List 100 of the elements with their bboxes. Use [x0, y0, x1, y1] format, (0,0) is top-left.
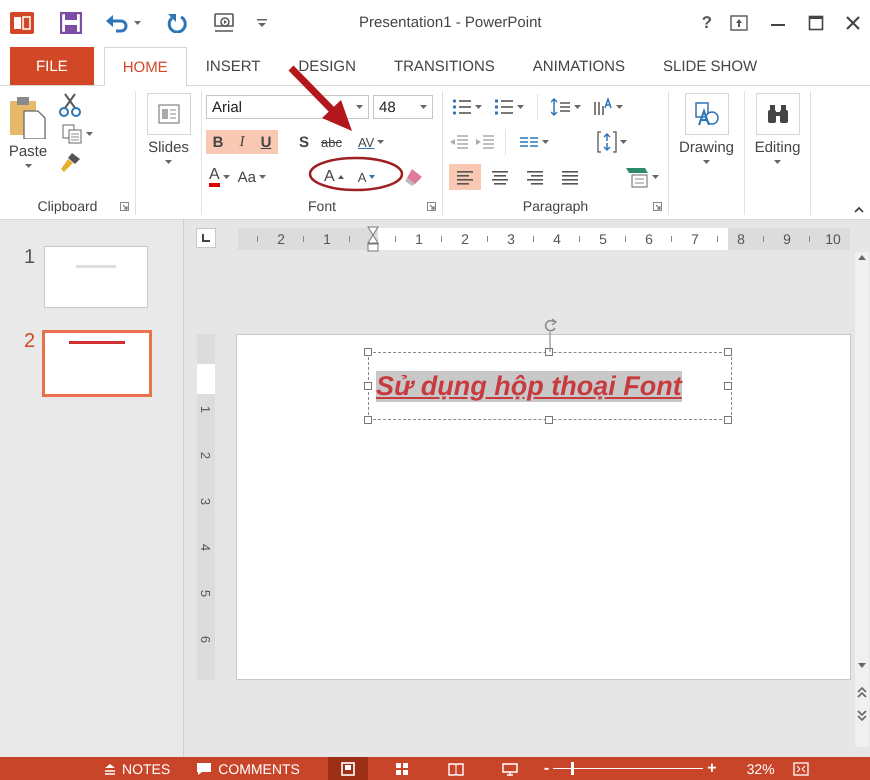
group-label: Font [308, 198, 336, 214]
grow-font-button[interactable]: A [321, 166, 347, 188]
ruler-number: 9 [764, 228, 810, 250]
slide-thumbnail[interactable] [42, 330, 152, 397]
line-spacing-icon [551, 98, 571, 116]
zoom-level[interactable]: 32% [746, 760, 775, 776]
resize-handle[interactable] [364, 348, 372, 356]
zoom-out-button[interactable]: - [544, 760, 550, 778]
tab-stop-icon [202, 234, 210, 242]
rotate-handle-icon[interactable] [542, 318, 558, 352]
ribbon-tab[interactable]: HOME [104, 47, 187, 86]
ribbon-tab[interactable]: TRANSITIONS [374, 47, 514, 85]
caret-icon [134, 20, 141, 24]
align-justify-icon [560, 169, 580, 185]
copy-icon [61, 123, 83, 145]
maximize-icon[interactable] [808, 14, 824, 30]
numbered-list-icon [494, 98, 514, 116]
previous-slide-icon[interactable] [856, 685, 868, 699]
resize-handle[interactable] [724, 348, 732, 356]
caret-icon [517, 105, 524, 109]
align-button[interactable] [449, 164, 481, 190]
spacing-button[interactable]: AV [354, 132, 388, 152]
ruler-number: 2 [258, 228, 304, 250]
file-tab[interactable]: FILE [10, 47, 94, 85]
resize-handle[interactable] [364, 382, 372, 390]
comments-button[interactable]: COMMENTS [192, 757, 304, 780]
up-triangle-icon [338, 175, 344, 179]
font-size-field[interactable]: 48 [373, 95, 433, 119]
zoom-thumb[interactable] [571, 762, 574, 775]
down-triangle-icon [369, 175, 376, 179]
redo-icon[interactable] [167, 12, 187, 32]
underline-button[interactable]: U [254, 130, 278, 154]
tab-selector[interactable] [196, 228, 216, 248]
group-label: Paragraph [522, 198, 588, 214]
book-view-icon [448, 762, 464, 776]
undo-icon[interactable] [106, 12, 128, 32]
layout-icon [158, 104, 180, 124]
ribbon-tab[interactable]: SLIDE SHOW [644, 47, 776, 85]
ribbon-display-icon[interactable] [730, 14, 748, 30]
slideshow-icon[interactable] [213, 12, 235, 34]
ruler-number: 2 [442, 228, 488, 250]
italic-button[interactable]: I [230, 130, 254, 154]
ribbon-tab[interactable]: DESIGN [279, 47, 375, 85]
ruler-number: 7 [672, 228, 718, 250]
font-color-button[interactable]: A [206, 165, 233, 189]
shadow-button[interactable]: S [292, 130, 316, 154]
dialog-launcher-icon[interactable] [120, 202, 129, 211]
ribbon-tab[interactable]: INSERT [186, 47, 280, 85]
resize-handle[interactable] [364, 416, 372, 424]
font-name-field[interactable]: Arial [206, 95, 369, 119]
caret-icon [652, 175, 659, 179]
caret-icon [24, 164, 32, 168]
dialog-launcher-icon[interactable] [653, 202, 662, 211]
eraser-icon[interactable] [404, 168, 424, 186]
slide-thumbnail[interactable] [44, 246, 148, 308]
ruler-number: 10 [810, 228, 856, 250]
align-text-icon [597, 131, 617, 153]
binoculars-icon [766, 104, 790, 124]
resize-handle[interactable] [724, 382, 732, 390]
scissors-icon[interactable] [58, 93, 82, 117]
slide-number: 1 [23, 246, 36, 269]
resize-handle[interactable] [545, 416, 553, 424]
group-label: Clipboard [38, 198, 98, 214]
resize-handle[interactable] [545, 348, 553, 356]
text-direction-icon [593, 98, 613, 116]
close-icon[interactable] [846, 16, 860, 30]
bold-button[interactable]: B [206, 130, 230, 154]
resize-handle[interactable] [724, 416, 732, 424]
change-case-button[interactable]: Aa [234, 166, 270, 188]
customize-icon[interactable] [257, 16, 267, 28]
ruler-number: 4 [198, 543, 214, 551]
logo-icon [10, 12, 34, 34]
align-center-icon [490, 169, 510, 185]
collapse-ribbon-icon[interactable] [854, 206, 864, 213]
format-painter-icon[interactable] [58, 151, 82, 173]
view-button[interactable] [328, 757, 368, 780]
fit-slide-icon[interactable] [792, 762, 809, 776]
help-button[interactable]: ? [702, 12, 712, 32]
editing-button[interactable]: Editing [750, 91, 804, 197]
vertical-scrollbar[interactable] [855, 252, 869, 747]
slide-number: 2 [23, 330, 36, 353]
indent-marker-icon[interactable] [367, 226, 379, 252]
paste-button[interactable]: Paste [4, 91, 52, 197]
strikethrough-button[interactable]: abc [318, 132, 345, 152]
save-icon[interactable] [60, 12, 82, 34]
zoom-in-button[interactable]: + [707, 760, 717, 778]
shrink-font-button[interactable]: A [354, 168, 378, 186]
slides-button[interactable]: Slides [142, 91, 194, 197]
line-spacing-button[interactable] [548, 96, 584, 118]
caret-icon [259, 175, 266, 179]
ribbon-tab[interactable]: ANIMATIONS [514, 47, 644, 85]
dialog-launcher-icon[interactable] [427, 202, 436, 211]
ruler-number: 2 [198, 451, 214, 459]
next-slide-icon[interactable] [856, 709, 868, 723]
ruler-number: 5 [580, 228, 626, 250]
notes-button[interactable]: NOTES [100, 757, 174, 780]
window-title: Presentation1 - PowerPoint [358, 14, 543, 31]
drawing-button[interactable]: Drawing [674, 91, 738, 197]
shapes-icon [694, 101, 720, 127]
align-left-icon [455, 169, 475, 185]
